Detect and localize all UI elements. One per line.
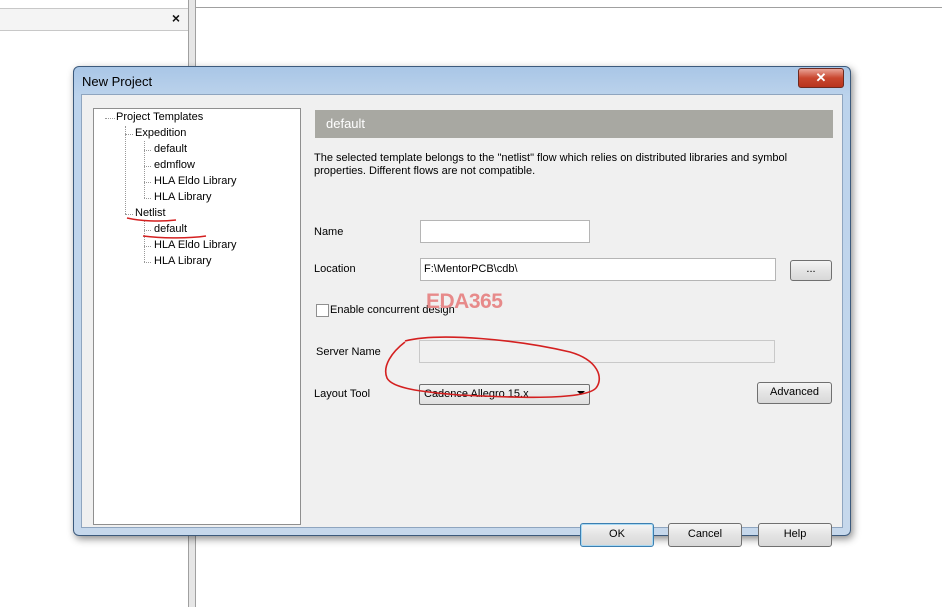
tree-item-netlist-hla-eldo-library[interactable]: HLA Eldo Library [154,239,237,251]
location-label: Location [314,263,356,275]
background-divider [196,7,942,8]
advanced-button[interactable]: Advanced [757,382,832,404]
dialog-close-button[interactable]: ✕ [798,68,844,88]
tree-item-expedition-hla-eldo-library[interactable]: HLA Eldo Library [154,175,237,187]
layout-tool-value: Cadence Allegro 15.x [424,388,529,400]
tree-item-expedition-edmflow[interactable]: edmflow [154,159,195,171]
template-tree[interactable]: Project Templates Expedition default edm… [93,108,301,525]
tree-root-project-templates[interactable]: Project Templates [116,111,203,123]
ok-button[interactable]: OK [580,523,654,547]
server-name-label: Server Name [316,346,381,358]
name-label: Name [314,226,344,238]
help-button[interactable]: Help [758,523,832,547]
tree-item-netlist-default[interactable]: default [154,223,187,235]
tree-group-netlist[interactable]: Netlist [135,207,166,219]
tree-group-expedition[interactable]: Expedition [135,127,186,139]
cancel-button[interactable]: Cancel [668,523,742,547]
tree-item-expedition-default[interactable]: default [154,143,187,155]
template-description: The selected template belongs to the "ne… [314,152,788,177]
chevron-down-icon [577,391,585,395]
browse-location-button[interactable]: ... [790,260,832,281]
watermark-text: EDA365 [426,290,503,313]
concurrent-design-checkbox[interactable] [316,304,329,317]
location-input[interactable]: F:\MentorPCB\cdb\ [420,258,776,281]
name-input[interactable] [420,220,590,243]
template-header: default [315,110,833,138]
layout-tool-label: Layout Tool [314,388,371,400]
tree-item-netlist-hla-library[interactable]: HLA Library [154,255,211,267]
server-name-input[interactable] [419,340,775,363]
background-panel-header: × [0,8,188,31]
panel-close-icon[interactable]: × [168,10,184,26]
dialog-title: New Project [82,74,153,89]
tree-item-expedition-hla-library[interactable]: HLA Library [154,191,211,203]
layout-tool-select[interactable]: Cadence Allegro 15.x [419,384,590,405]
